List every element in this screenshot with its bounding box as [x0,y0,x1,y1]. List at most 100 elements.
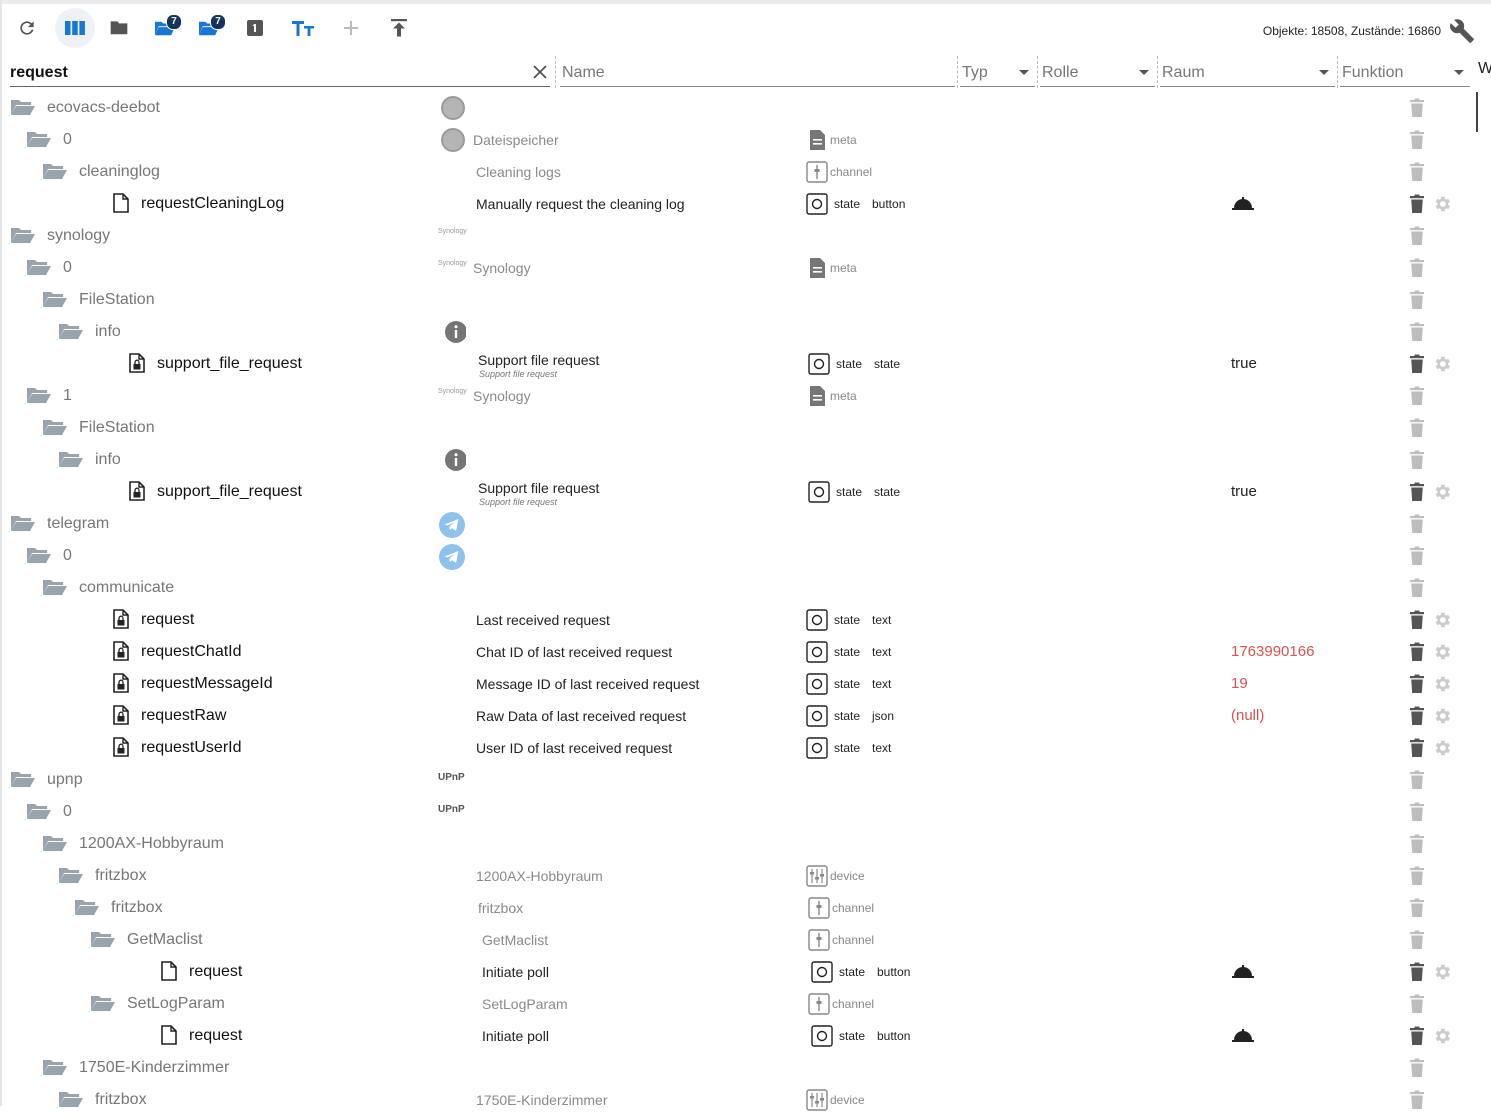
delete-icon[interactable] [1409,322,1425,342]
gear-icon[interactable] [1432,706,1452,726]
gear-icon[interactable] [1432,738,1452,758]
close-icon[interactable] [532,64,548,80]
column-resize-handle[interactable] [957,56,958,88]
delete-icon[interactable] [1409,1090,1425,1110]
gear-icon[interactable] [1432,482,1452,502]
folder-open-icon[interactable] [10,513,36,538]
delete-icon[interactable] [1409,1026,1425,1046]
funktion-filter[interactable]: Funktion [1340,58,1470,87]
column-resize-handle[interactable] [555,56,556,88]
table-row[interactable]: requestRaw Raw Data of last received requ… [0,700,1476,732]
scrollbar[interactable] [1476,92,1478,132]
object-id[interactable]: communicate [79,579,174,597]
table-row[interactable]: upnp UPnP [0,764,1476,796]
delete-icon[interactable] [1409,642,1425,662]
delete-icon[interactable] [1409,674,1425,694]
table-row[interactable]: fritzbox 1200AX-Hobbyraum device [0,860,1476,892]
delete-icon[interactable] [1409,226,1425,246]
folder-open-icon[interactable] [26,257,52,282]
object-value[interactable]: (null) [1231,707,1264,724]
delete-icon[interactable] [1409,898,1425,918]
one-button[interactable] [235,8,275,48]
object-id[interactable]: 0 [63,547,72,565]
refresh-button[interactable] [7,8,47,48]
object-value[interactable]: 1763990166 [1231,643,1314,660]
folder-open-icon[interactable] [58,1089,84,1114]
gear-icon[interactable] [1432,354,1452,374]
delete-icon[interactable] [1409,738,1425,758]
folder-open-icon[interactable] [74,897,100,922]
folder-open-icon[interactable] [42,833,68,858]
gear-icon[interactable] [1432,962,1452,982]
table-row[interactable]: request Last received request state text [0,604,1476,636]
object-id[interactable]: 0 [63,131,72,149]
delete-icon[interactable] [1409,770,1425,790]
object-id[interactable]: 1 [63,387,72,405]
table-row[interactable]: ecovacs-deebot [0,92,1476,124]
folder-open-icon[interactable] [26,129,52,154]
table-row[interactable]: telegram [0,508,1476,540]
delete-icon[interactable] [1409,834,1425,854]
object-id[interactable]: support_file_request [157,355,302,373]
object-id[interactable]: fritzbox [95,867,147,885]
folder-open-icon[interactable] [58,865,84,890]
table-row[interactable]: requestMessageId Message ID of last recei… [0,668,1476,700]
delete-icon[interactable] [1409,962,1425,982]
object-id[interactable]: request [141,611,194,629]
table-row[interactable]: communicate [0,572,1476,604]
table-row[interactable]: support_file_request Support file request… [0,476,1476,508]
button-bell-icon[interactable] [1232,197,1254,211]
object-id[interactable]: 1750E-Kinderzimmer [79,1059,229,1077]
object-id[interactable]: FileStation [79,291,155,309]
delete-icon[interactable] [1409,194,1425,214]
delete-icon[interactable] [1409,354,1425,374]
delete-icon[interactable] [1409,386,1425,406]
object-id[interactable]: upnp [47,771,83,789]
folder-open-icon[interactable] [26,545,52,570]
folder-open-icon[interactable] [42,577,68,602]
table-row[interactable]: requestCleaningLog Manually request the c… [0,188,1476,220]
delete-icon[interactable] [1409,418,1425,438]
add-button[interactable] [331,8,371,48]
rolle-filter[interactable]: Rolle [1040,58,1155,87]
table-row[interactable]: 0 [0,540,1476,572]
table-row[interactable]: fritzbox 1750E-Kinderzimmer device [0,1084,1476,1116]
object-value[interactable]: 19 [1231,675,1248,692]
table-row[interactable]: info [0,316,1476,348]
delete-icon[interactable] [1409,1058,1425,1078]
delete-icon[interactable] [1409,866,1425,886]
column-resize-handle[interactable] [1337,56,1338,88]
button-bell-icon[interactable] [1232,965,1254,979]
delete-icon[interactable] [1409,514,1425,534]
delete-icon[interactable] [1409,546,1425,566]
table-row[interactable]: FileStation [0,284,1476,316]
folder-button[interactable] [99,8,139,48]
table-row[interactable]: 1200AX-Hobbyraum [0,828,1476,860]
table-row[interactable]: request Initiate poll state button [0,1020,1476,1052]
folder-closed-badge-button[interactable]: 7 [188,8,228,48]
table-row[interactable]: support_file_request Support file request… [0,348,1476,380]
table-row[interactable]: info [0,444,1476,476]
folder-open-icon[interactable] [42,289,68,314]
object-id[interactable]: requestRaw [141,707,226,725]
delete-icon[interactable] [1409,610,1425,630]
object-id[interactable]: requestChatId [141,643,242,661]
object-id[interactable]: telegram [47,515,109,533]
button-bell-icon[interactable] [1232,1029,1254,1043]
folder-open-icon[interactable] [10,225,36,250]
gear-icon[interactable] [1432,1026,1452,1046]
object-id[interactable]: cleaninglog [79,163,160,181]
object-id[interactable]: fritzbox [95,1091,147,1109]
object-id[interactable]: SetLogParam [127,995,225,1013]
delete-icon[interactable] [1409,258,1425,278]
object-id[interactable]: request [189,963,242,981]
columns-button[interactable] [55,8,95,48]
gear-icon[interactable] [1432,642,1452,662]
wrench-icon[interactable] [1449,18,1475,44]
folder-open-icon[interactable] [42,161,68,186]
object-value[interactable]: true [1231,355,1257,372]
search-field[interactable]: request [10,58,550,87]
delete-icon[interactable] [1409,450,1425,470]
folder-open-icon[interactable] [58,321,84,346]
object-id[interactable]: requestUserId [141,739,242,757]
